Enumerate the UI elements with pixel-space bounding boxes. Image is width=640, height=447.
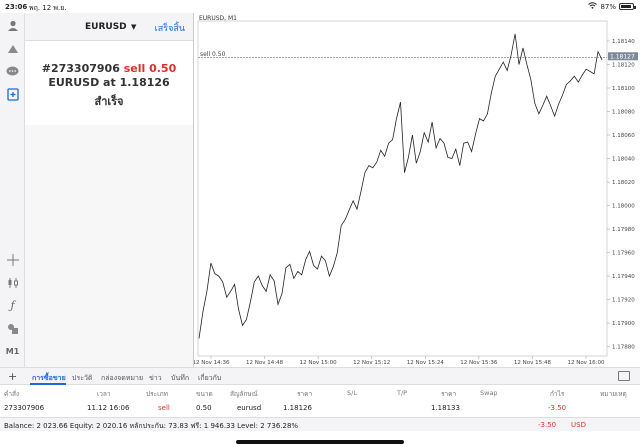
order-price: 1.18126	[119, 76, 170, 89]
order-result: สำเร็จ	[94, 95, 124, 108]
row-time: 11.12 16:06	[87, 404, 130, 412]
x-tick-label: 12 Nov 15:24	[407, 360, 445, 366]
row-type: sell	[158, 404, 170, 412]
indicators-icon[interactable]: ƒ	[4, 297, 21, 314]
add-icon[interactable]: +	[8, 370, 17, 383]
layout-toggle-icon[interactable]	[618, 371, 630, 381]
col-profit[interactable]: กำไร	[550, 389, 564, 399]
left-toolbar: ƒ M1	[0, 13, 25, 367]
col-comment[interactable]: หมายเหตุ	[600, 389, 627, 399]
trade-result-panel: EURUSD ▼ เสร็จสิ้น #273307906 sell 0.50 …	[25, 13, 194, 125]
order-line-label: sell 0.50	[200, 51, 226, 58]
x-tick-label: 12 Nov 15:00	[300, 360, 338, 366]
chevron-down-icon[interactable]: ▼	[131, 23, 136, 31]
chart-type-icon[interactable]	[4, 274, 21, 291]
y-tick-label: 1.17940	[612, 274, 635, 280]
order-id: #273307906	[41, 62, 120, 75]
row-size: 0.50	[196, 404, 212, 412]
table-row[interactable]: 273307906 11.12 16:06 sell 0.50 eurusd 1…	[0, 401, 640, 415]
y-axis-labels: 1.18140 1.18120 1.18100 1.18080 1.18060 1.180…	[612, 39, 635, 351]
row-current-price: 1.18133	[431, 404, 460, 412]
plot-frame	[197, 20, 608, 357]
trade-panel-header: EURUSD ▼ เสร็จสิ้น	[25, 13, 193, 41]
x-tick-label: 12 Nov 14:36	[194, 360, 230, 366]
crosshair-icon[interactable]	[4, 251, 21, 268]
y-tick-label: 1.18140	[612, 39, 635, 45]
tab-news[interactable]: ข่าว	[149, 373, 162, 384]
done-button[interactable]: เสร็จสิ้น	[155, 21, 185, 35]
col-symbol[interactable]: สัญลักษณ์	[230, 389, 258, 399]
y-tick-label: 1.18120	[612, 62, 635, 68]
col-order[interactable]: คำสั่ง	[4, 389, 19, 399]
chart-title: EURUSD, M1	[199, 15, 237, 22]
y-tick-label: 1.18020	[612, 180, 635, 186]
y-tick-label: 1.17900	[612, 321, 635, 327]
chart-canvas[interactable]: sell 0.50 1.181401.181201.181001.180801.…	[192, 13, 640, 367]
battery-percent: 87%	[600, 2, 616, 11]
chat-icon[interactable]	[4, 63, 21, 80]
y-tick-label: 1.17980	[612, 227, 635, 233]
y-tick-label: 1.18080	[612, 110, 635, 116]
active-tab-indicator	[30, 383, 66, 385]
battery-icon	[619, 3, 636, 10]
function-icon: ƒ	[10, 299, 15, 312]
row-order: 273307906	[4, 404, 45, 412]
status-right: 87%	[588, 2, 636, 11]
timeframe-button[interactable]: M1	[4, 343, 21, 360]
terminal-tabs: + การซื้อขาย ประวัติ กล่องจดหมาย ข่าว บั…	[0, 367, 640, 385]
price-chart[interactable]: sell 0.50 1.18140 1.18120 1.18100 1.18080 1.…	[192, 13, 640, 367]
objects-icon[interactable]	[4, 320, 21, 337]
col-time[interactable]: เวลา	[97, 389, 111, 399]
col-type[interactable]: ประเภท	[146, 389, 168, 399]
col-tp[interactable]: T/P	[397, 389, 407, 397]
order-symbol-at: EURUSD at	[48, 76, 116, 89]
positions-table-header: คำสั่ง เวลา ประเภท ขนาด สัญลักษณ์ ราคา S…	[0, 386, 640, 400]
x-tick-label: 12 Nov 15:36	[460, 360, 498, 366]
x-tick-label: 12 Nov 15:12	[353, 360, 390, 366]
account-summary-bar: Balance: 2 023.66 Equity: 2 020.16 หลักป…	[0, 417, 640, 431]
y-tick-label: 1.18100	[612, 86, 635, 92]
x-tick-label: 12 Nov 15:48	[514, 360, 552, 366]
col-swap[interactable]: Swap	[480, 389, 498, 397]
total-profit: -3.50	[538, 421, 557, 429]
x-axis-labels: 12 Nov 14:36 12 Nov 14:48 12 Nov 15:00 12 N…	[192, 360, 605, 366]
new-order-icon[interactable]	[4, 86, 21, 103]
y-tick-label: 1.17920	[612, 298, 635, 304]
col-size[interactable]: ขนาด	[196, 389, 213, 399]
order-side-volume: sell 0.50	[123, 62, 177, 75]
x-tick-label: 12 Nov 14:48	[246, 360, 284, 366]
price-series-line	[198, 33, 603, 339]
col-sl[interactable]: S/L	[347, 389, 357, 397]
row-price: 1.18126	[283, 404, 312, 412]
order-summary-line2: EURUSD at 1.18126	[25, 76, 193, 89]
y-tick-label: 1.18000	[612, 204, 635, 210]
trade-history-icon[interactable]	[4, 40, 21, 57]
y-tick-label: 1.18040	[612, 157, 635, 163]
col-current-price[interactable]: ราคา	[441, 389, 456, 399]
col-price[interactable]: ราคา	[297, 389, 312, 399]
row-profit: -3.50	[548, 404, 567, 412]
home-indicator[interactable]	[236, 440, 404, 444]
grid-layer	[210, 40, 610, 359]
current-price-badge-text: 1.18127	[610, 53, 635, 60]
wifi-icon	[588, 2, 598, 11]
row-symbol: eurusd	[237, 404, 262, 412]
tab-history[interactable]: ประวัติ	[72, 373, 92, 384]
tab-about[interactable]: เกี่ยวกับ	[198, 373, 221, 384]
tab-journal[interactable]: บันทึก	[171, 373, 189, 384]
tab-mailbox[interactable]: กล่องจดหมาย	[101, 373, 143, 384]
order-summary-line1: #273307906 sell 0.50	[25, 62, 193, 75]
y-tick-label: 1.17960	[612, 251, 635, 257]
x-tick-label: 12 Nov 16:00	[567, 360, 605, 366]
status-bar: 23:06 พฤ. 12 พ.ย. 87%	[0, 0, 640, 13]
y-tick-label: 1.17880	[612, 345, 635, 351]
panel-empty-area	[25, 125, 194, 367]
status-time: 23:06	[5, 3, 28, 11]
y-tick-label: 1.18060	[612, 133, 635, 139]
account-currency: USD	[571, 421, 586, 429]
accounts-icon[interactable]	[4, 17, 21, 34]
symbol-selector[interactable]: EURUSD	[85, 22, 127, 32]
balance-line: Balance: 2 023.66 Equity: 2 020.16 หลักป…	[4, 422, 299, 430]
